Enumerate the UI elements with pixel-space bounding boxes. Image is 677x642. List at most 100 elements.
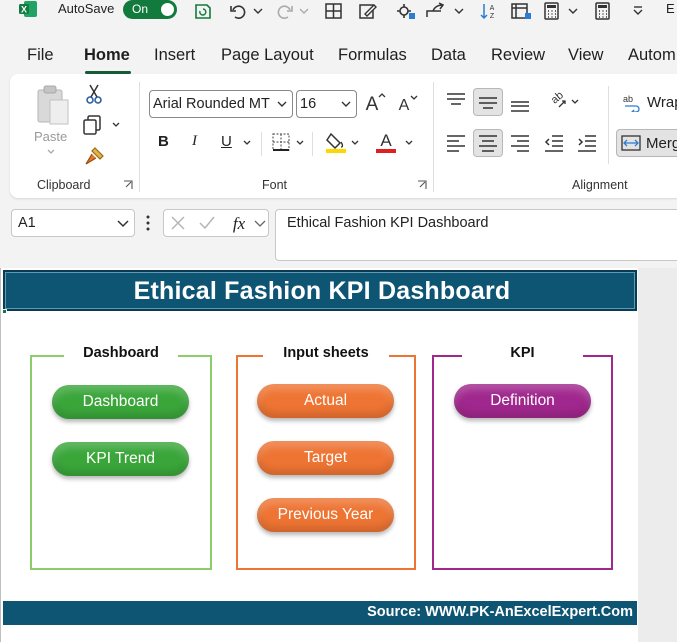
redo-icon[interactable]	[275, 2, 295, 20]
dialog-launcher-icon[interactable]	[123, 180, 133, 190]
font-color-icon[interactable]: A	[375, 130, 397, 154]
chevron-down-icon[interactable]	[46, 147, 56, 157]
wrap-text-button[interactable]: Wrap	[647, 94, 677, 111]
dialog-launcher-icon[interactable]	[417, 180, 427, 190]
input-sheets-group-title: Input sheets	[283, 345, 369, 361]
borders-icon[interactable]	[271, 132, 291, 152]
paste-icon[interactable]	[34, 84, 74, 128]
tab-formulas[interactable]: Formulas	[338, 46, 407, 65]
save-icon[interactable]	[193, 2, 213, 20]
align-top-icon[interactable]	[445, 91, 467, 111]
ribbon-tabs: File Home Insert Page Layout Formulas Da…	[0, 40, 677, 74]
tab-automate[interactable]: Autom	[628, 46, 676, 65]
title-bar: X AutoSave On A Z E	[0, 0, 677, 24]
align-center-button[interactable]	[473, 129, 503, 157]
frame-top-segment	[583, 355, 613, 357]
tab-page-layout[interactable]: Page Layout	[221, 46, 314, 65]
cancel-icon[interactable]	[170, 215, 186, 231]
bold-button[interactable]: B	[158, 133, 169, 150]
name-box[interactable]: A1	[11, 209, 135, 237]
separator	[608, 86, 609, 164]
target-button[interactable]: Target	[257, 441, 394, 475]
name-box-value: A1	[18, 215, 36, 231]
calculator-icon[interactable]	[543, 2, 561, 20]
dashboard-title-banner[interactable]: Ethical Fashion KPI Dashboard	[3, 270, 637, 311]
wrap-text-icon[interactable]: ab	[622, 92, 642, 112]
chevron-down-icon[interactable]	[454, 2, 464, 20]
chevron-down-icon[interactable]	[350, 138, 360, 148]
chevron-down-icon[interactable]	[570, 97, 580, 107]
undo-icon[interactable]	[228, 2, 248, 20]
dashboard-button[interactable]: Dashboard	[52, 385, 189, 419]
calculator-icon[interactable]	[594, 2, 612, 20]
format-painter-icon[interactable]	[84, 145, 106, 167]
tab-view[interactable]: View	[568, 46, 603, 65]
customize-qat-icon[interactable]	[632, 2, 644, 20]
tab-home[interactable]: Home	[84, 46, 130, 65]
chevron-down-icon[interactable]	[111, 120, 121, 130]
orientation-icon[interactable]: ab	[543, 89, 569, 113]
chevron-down-icon[interactable]	[568, 2, 578, 20]
merge-label: Merg	[646, 135, 677, 152]
merge-center-button[interactable]: Merg	[616, 129, 677, 157]
selection-fill-handle[interactable]	[2, 309, 7, 314]
frame-top-segment	[236, 355, 263, 357]
svg-text:A: A	[366, 94, 379, 114]
copy-icon[interactable]	[82, 114, 104, 136]
pivot-icon[interactable]	[510, 2, 532, 20]
title-trailing-text: E	[666, 1, 675, 16]
tab-review[interactable]: Review	[491, 46, 545, 65]
group-separator	[139, 82, 140, 192]
decrease-font-size-icon[interactable]: A	[396, 92, 418, 114]
table-icon[interactable]	[324, 2, 344, 20]
align-right-icon[interactable]	[509, 133, 531, 153]
clipboard-group-label: Clipboard	[37, 178, 91, 192]
frame-top-segment	[178, 355, 212, 357]
chevron-down-icon[interactable]	[299, 2, 309, 20]
chevron-down-icon[interactable]	[404, 138, 414, 148]
indent-increase-icon[interactable]	[576, 133, 598, 153]
worksheet[interactable]: Ethical Fashion KPI Dashboard Dashboard …	[0, 268, 638, 642]
align-middle-button[interactable]	[473, 88, 503, 116]
edit-icon[interactable]	[358, 2, 378, 20]
formula-input[interactable]: Ethical Fashion KPI Dashboard	[275, 209, 677, 261]
font-size-select[interactable]: 16	[296, 90, 357, 118]
share-icon[interactable]	[424, 2, 446, 20]
chevron-down-icon[interactable]	[295, 138, 305, 148]
more-options-icon[interactable]	[145, 214, 151, 232]
kpi-trend-button[interactable]: KPI Trend	[52, 442, 189, 476]
underline-button[interactable]: U	[221, 133, 232, 150]
autosave-toggle[interactable]: On	[123, 0, 177, 19]
tab-data[interactable]: Data	[431, 46, 466, 65]
chevron-down-icon[interactable]	[254, 220, 266, 228]
align-bottom-icon[interactable]	[509, 93, 531, 113]
enter-icon[interactable]	[198, 215, 216, 231]
cut-icon[interactable]	[84, 83, 104, 105]
chevron-down-icon	[117, 220, 129, 228]
function-icon[interactable]: fx	[228, 213, 250, 233]
group-separator	[433, 82, 434, 192]
definition-button[interactable]: Definition	[454, 384, 591, 418]
merge-icon	[621, 135, 641, 151]
actual-button[interactable]: Actual	[257, 384, 394, 418]
settings-icon[interactable]	[394, 2, 416, 20]
kpi-group-title: KPI	[510, 345, 535, 361]
tab-insert[interactable]: Insert	[154, 46, 195, 65]
chevron-down-icon[interactable]	[253, 2, 263, 20]
chevron-down-icon	[277, 101, 287, 107]
align-left-icon[interactable]	[445, 133, 467, 153]
svg-text:A: A	[399, 97, 410, 114]
font-name-select[interactable]: Arial Rounded MT	[149, 90, 293, 118]
chevron-down-icon	[341, 101, 351, 107]
previous-year-button[interactable]: Previous Year	[257, 498, 394, 532]
svg-text:fx: fx	[233, 214, 246, 233]
italic-button[interactable]: I	[192, 133, 197, 150]
indent-decrease-icon[interactable]	[543, 133, 565, 153]
dashboard-title: Ethical Fashion KPI Dashboard	[133, 277, 511, 305]
paste-label: Paste	[34, 129, 68, 144]
sort-icon[interactable]: A Z	[479, 2, 499, 20]
tab-file[interactable]: File	[27, 46, 54, 65]
increase-font-size-icon[interactable]: A	[363, 90, 387, 114]
chevron-down-icon[interactable]	[242, 138, 252, 148]
fill-color-icon[interactable]	[325, 130, 347, 154]
